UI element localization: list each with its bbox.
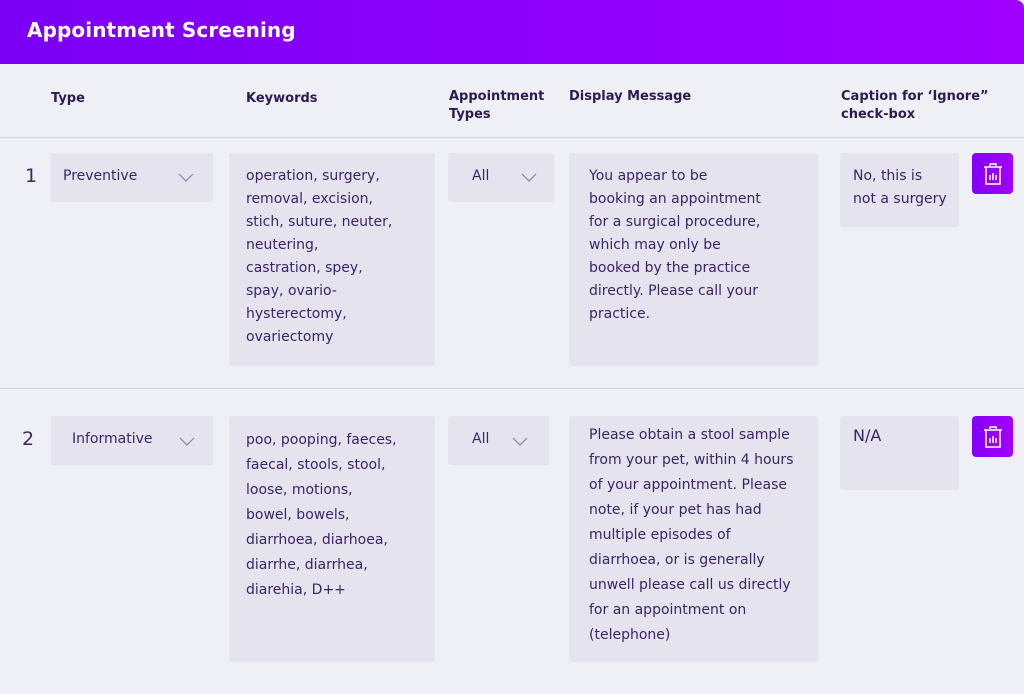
column-header-appointment-types-line2: Types [449, 107, 491, 122]
keywords-value: poo, pooping, faeces, faecal, stools, st… [246, 432, 397, 598]
column-header-appointment-types: Appointment Types [449, 88, 544, 124]
type-select[interactable]: Preventive [50, 153, 213, 202]
type-select-value: Informative [72, 431, 153, 447]
appointment-types-value: All [472, 168, 490, 184]
column-header-appointment-types-line1: Appointment [449, 89, 545, 104]
appointment-types-select[interactable]: All [448, 153, 554, 202]
keywords-value: operation, surgery, removal, excision, s… [246, 168, 393, 345]
column-header-caption-line2: check-box [841, 107, 916, 122]
row-divider [0, 388, 1024, 389]
row-number: 1 [25, 165, 38, 187]
chevron-down-icon [512, 437, 528, 446]
display-message-value: You appear to be booking an appointment … [589, 168, 761, 322]
column-header-type: Type [51, 91, 85, 106]
display-message-value: Please obtain a stool sample from your p… [589, 427, 794, 643]
trash-icon [983, 162, 1002, 185]
page-title: Appointment Screening [27, 18, 296, 42]
chevron-down-icon [179, 437, 195, 446]
column-header-caption: Caption for ‘Ignore” check-box [841, 88, 989, 124]
chevron-down-icon [178, 173, 194, 182]
delete-row-button[interactable] [972, 416, 1013, 457]
keywords-textarea[interactable]: poo, pooping, faeces, faecal, stools, st… [229, 416, 435, 662]
row-number: 2 [22, 428, 35, 450]
caption-value: N/A [853, 426, 882, 445]
page-header: Appointment Screening [0, 0, 1024, 64]
appointment-types-value: All [472, 431, 490, 447]
delete-row-button[interactable] [972, 153, 1013, 194]
column-header-keywords: Keywords [246, 91, 318, 106]
caption-input[interactable]: No, this is not a surgery [840, 153, 959, 227]
trash-icon [983, 425, 1002, 448]
column-header-caption-line1: Caption for ‘Ignore” [841, 89, 989, 104]
type-select-value: Preventive [63, 168, 138, 184]
display-message-textarea[interactable]: Please obtain a stool sample from your p… [569, 416, 818, 662]
chevron-down-icon [521, 173, 537, 182]
caption-value: No, this is not a surgery [853, 168, 947, 207]
keywords-textarea[interactable]: operation, surgery, removal, excision, s… [229, 153, 435, 366]
type-select[interactable]: Informative [51, 416, 213, 465]
appointment-types-select[interactable]: All [448, 416, 549, 465]
caption-input[interactable]: N/A [840, 416, 959, 490]
header-divider [0, 137, 1024, 138]
column-header-display-message: Display Message [569, 89, 692, 104]
display-message-textarea[interactable]: You appear to be booking an appointment … [569, 153, 818, 366]
